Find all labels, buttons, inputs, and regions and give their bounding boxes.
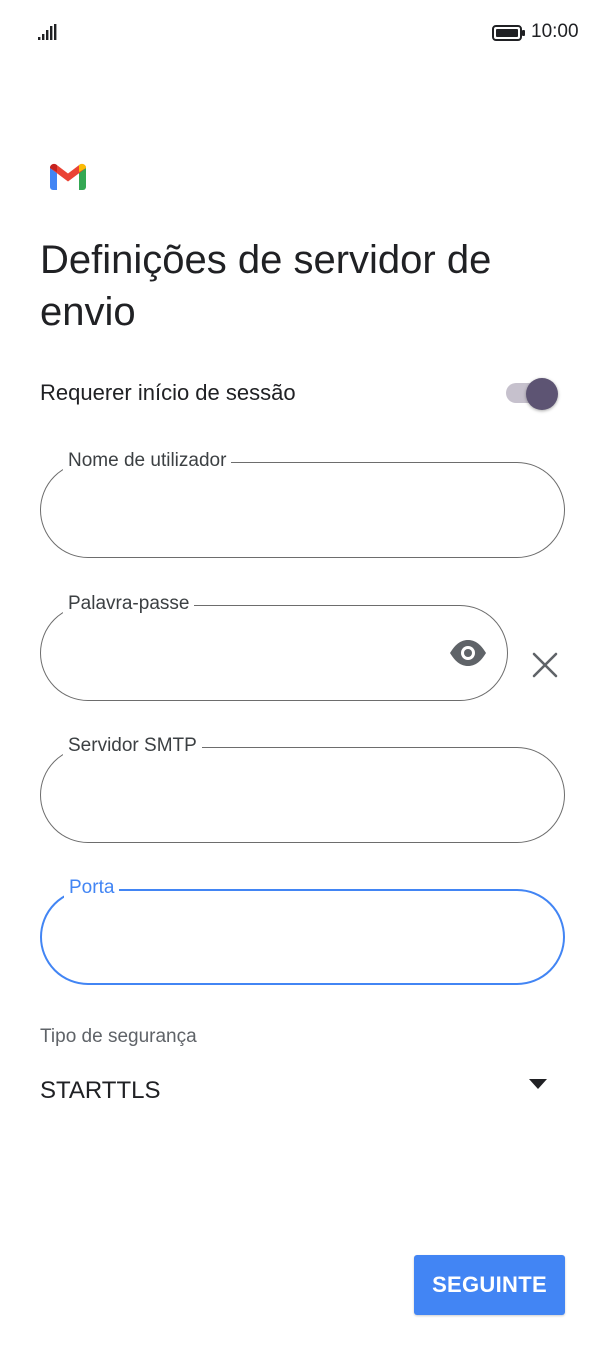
security-type-select[interactable]: STARTTLS bbox=[40, 1070, 565, 1118]
eye-icon[interactable] bbox=[448, 638, 488, 668]
security-type-label: Tipo de segurança bbox=[40, 1026, 197, 1047]
smtp-server-label: Servidor SMTP bbox=[63, 734, 202, 758]
require-login-row: Requerer início de sessão bbox=[40, 370, 565, 416]
username-input[interactable] bbox=[69, 491, 509, 531]
page-title: Definições de servidor de envio bbox=[40, 238, 492, 334]
dropdown-arrow-icon bbox=[529, 1079, 547, 1089]
port-label: Porta bbox=[64, 876, 120, 900]
battery-full-icon bbox=[492, 25, 525, 41]
gmail-logo bbox=[49, 163, 87, 190]
status-clock: 10:00 bbox=[531, 21, 579, 42]
status-bar: 10:00 bbox=[0, 0, 605, 64]
username-label: Nome de utilizador bbox=[63, 449, 232, 473]
password-field[interactable]: Palavra-passe bbox=[40, 592, 508, 701]
smtp-server-input[interactable] bbox=[69, 776, 509, 816]
next-button[interactable]: SEGUINTE bbox=[414, 1255, 565, 1315]
smtp-server-field[interactable]: Servidor SMTP bbox=[40, 734, 565, 843]
port-input[interactable] bbox=[70, 919, 510, 959]
port-field[interactable]: Porta bbox=[40, 876, 565, 985]
toggle-thumb bbox=[526, 378, 558, 410]
password-label: Palavra-passe bbox=[63, 592, 195, 616]
password-input[interactable] bbox=[69, 634, 439, 674]
require-login-label: Requerer início de sessão bbox=[40, 380, 296, 405]
close-icon[interactable] bbox=[530, 650, 560, 680]
require-login-toggle[interactable] bbox=[504, 378, 560, 410]
signal-bars-icon bbox=[38, 24, 57, 40]
username-field[interactable]: Nome de utilizador bbox=[40, 449, 565, 558]
security-type-value: STARTTLS bbox=[40, 1077, 161, 1104]
